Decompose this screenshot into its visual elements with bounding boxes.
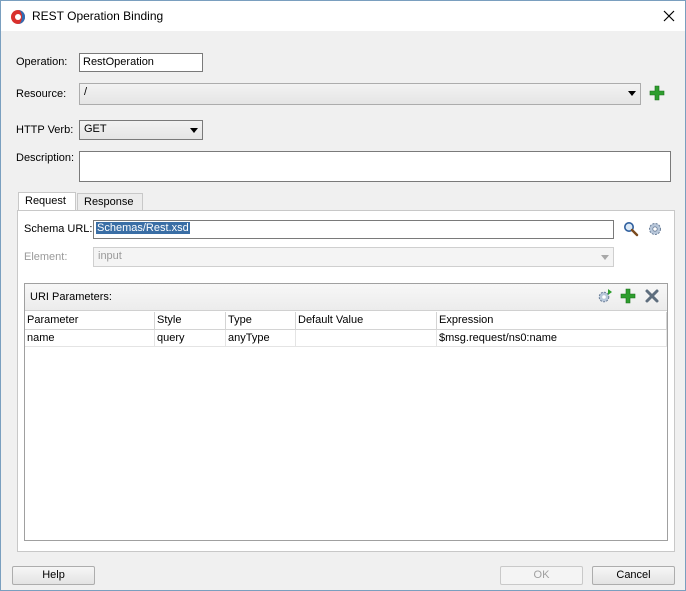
description-label: Description: <box>16 152 75 164</box>
ok-button[interactable]: OK <box>500 566 583 585</box>
resource-dropdown[interactable]: / <box>79 83 641 105</box>
tab-response[interactable]: Response <box>77 193 143 210</box>
schema-url-label: Schema URL: <box>24 223 93 235</box>
app-logo-icon <box>11 10 25 24</box>
column-header-parameter[interactable]: Parameter <box>25 312 155 330</box>
schema-url-field[interactable]: Schemas/Rest.xsd <box>93 220 614 239</box>
delete-parameter-icon[interactable] <box>644 288 660 304</box>
window-title: REST Operation Binding <box>32 9 164 23</box>
element-dropdown: input <box>93 247 614 267</box>
search-icon[interactable] <box>623 221 639 237</box>
cell-parameter[interactable]: name <box>25 330 155 347</box>
operation-label: Operation: <box>16 56 68 68</box>
cell-expression[interactable]: $msg.request/ns0:name <box>437 330 667 347</box>
uri-parameters-section: URI Parameters: Parameter Style Type Def… <box>24 283 668 541</box>
uri-parameters-header: URI Parameters: <box>25 284 667 311</box>
close-icon[interactable] <box>657 5 681 27</box>
uri-parameters-label: URI Parameters: <box>30 291 112 303</box>
title-bar: REST Operation Binding <box>1 1 685 31</box>
column-header-type[interactable]: Type <box>226 312 296 330</box>
dialog-window: REST Operation Binding Operation: RestOp… <box>0 0 686 591</box>
http-verb-value: GET <box>84 123 107 135</box>
chevron-down-icon <box>190 128 198 133</box>
tab-request[interactable]: Request <box>18 192 76 210</box>
cell-default-value[interactable] <box>296 330 437 347</box>
element-label: Element: <box>24 251 68 263</box>
column-header-expression[interactable]: Expression <box>437 312 667 330</box>
http-verb-label: HTTP Verb: <box>16 124 74 136</box>
cancel-button[interactable]: Cancel <box>592 566 675 585</box>
add-parameter-icon[interactable] <box>620 288 636 304</box>
cell-style[interactable]: query <box>155 330 226 347</box>
add-resource-icon[interactable] <box>649 85 665 101</box>
description-field[interactable] <box>79 151 671 182</box>
resource-value: / <box>84 86 88 98</box>
gear-icon[interactable] <box>647 221 663 237</box>
element-value: input <box>98 250 122 262</box>
cell-type[interactable]: anyType <box>226 330 296 347</box>
column-header-default-value[interactable]: Default Value <box>296 312 437 330</box>
resource-label: Resource: <box>16 88 67 100</box>
chevron-down-icon <box>628 91 636 96</box>
generate-parameters-icon[interactable] <box>597 288 613 304</box>
http-verb-dropdown[interactable]: GET <box>79 120 203 140</box>
operation-field[interactable]: RestOperation <box>79 53 203 72</box>
help-button[interactable]: Help <box>12 566 95 585</box>
schema-url-value: Schemas/Rest.xsd <box>96 222 190 234</box>
column-header-style[interactable]: Style <box>155 312 226 330</box>
chevron-down-icon <box>601 255 609 260</box>
